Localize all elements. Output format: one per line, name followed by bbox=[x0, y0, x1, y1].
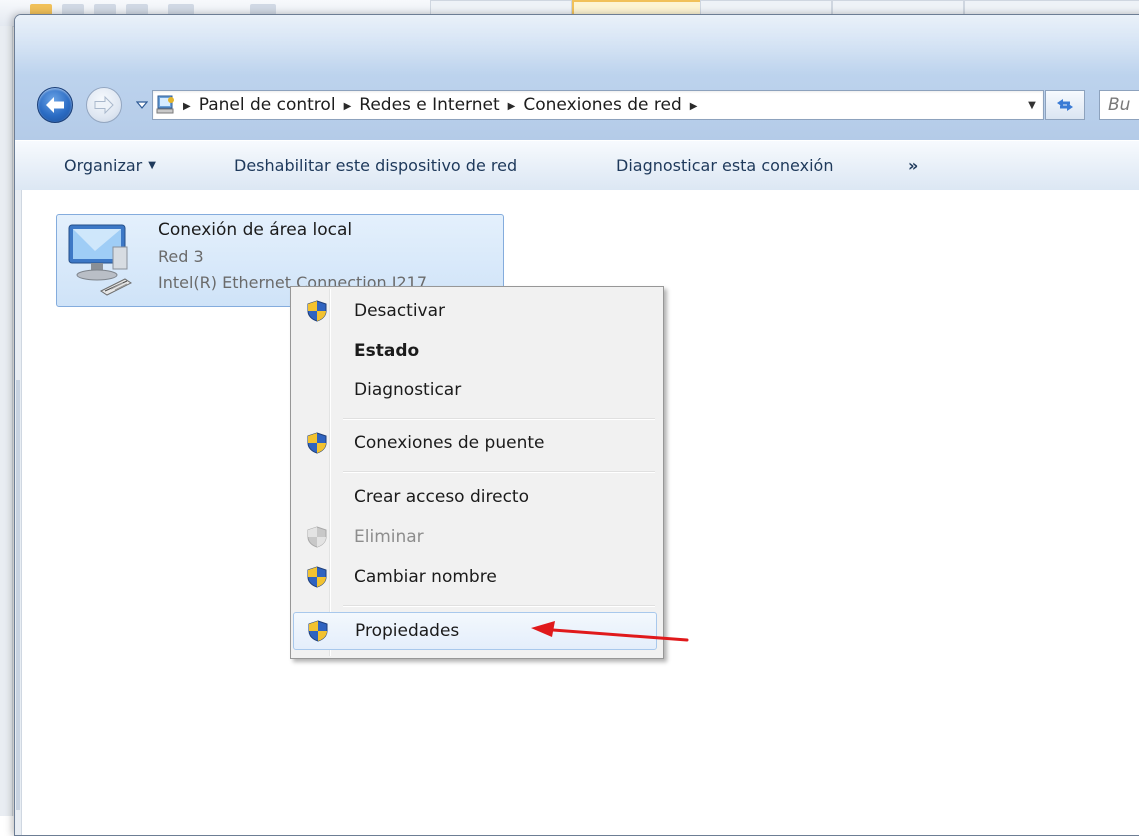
breadcrumb: ▶ Panel de control ▶ Redes e Internet ▶ … bbox=[181, 91, 705, 119]
breadcrumb-separator-icon[interactable]: ▶ bbox=[344, 101, 352, 112]
diagnose-connection-button[interactable]: Diagnosticar esta conexión bbox=[616, 141, 833, 190]
menu-item-crear-acceso-directo[interactable]: Crear acceso directo bbox=[293, 479, 659, 515]
uac-shield-icon bbox=[307, 300, 327, 322]
breadcrumb-control-panel[interactable]: Panel de control bbox=[199, 95, 336, 115]
refresh-icon bbox=[1057, 99, 1073, 111]
connection-name: Conexión de área local bbox=[158, 220, 353, 240]
menu-item-label: Eliminar bbox=[354, 527, 424, 547]
chevron-down-icon: ▼ bbox=[148, 160, 156, 171]
search-input[interactable]: Bu bbox=[1099, 90, 1139, 120]
breadcrumb-separator-icon[interactable]: ▶ bbox=[508, 101, 516, 112]
menu-item-eliminar: Eliminar bbox=[293, 519, 659, 555]
context-menu: Desactivar Estado Diagnosticar Conexione… bbox=[290, 286, 664, 659]
background-ruler bbox=[0, 26, 13, 816]
menu-item-label: Propiedades bbox=[355, 621, 460, 641]
breadcrumb-separator-icon[interactable]: ▶ bbox=[183, 101, 191, 112]
refresh-button[interactable] bbox=[1045, 90, 1085, 120]
uac-shield-icon bbox=[307, 432, 327, 454]
breadcrumb-network-internet[interactable]: Redes e Internet bbox=[359, 95, 499, 115]
recent-pages-icon[interactable] bbox=[136, 99, 148, 111]
diagnose-connection-label: Diagnosticar esta conexión bbox=[616, 156, 834, 175]
navigation-pane-edge bbox=[15, 190, 22, 835]
menu-item-label: Conexiones de puente bbox=[354, 433, 545, 453]
disable-device-button[interactable]: Deshabilitar este dispositivo de red bbox=[234, 141, 517, 190]
network-adapter-icon bbox=[68, 224, 132, 296]
forward-button[interactable] bbox=[86, 87, 122, 123]
control-panel-icon bbox=[156, 95, 174, 114]
address-dropdown-icon[interactable]: ▼ bbox=[1021, 91, 1043, 119]
menu-separator bbox=[343, 605, 655, 607]
menu-item-label: Desactivar bbox=[354, 301, 446, 321]
menu-item-label: Diagnosticar bbox=[354, 380, 462, 400]
uac-shield-icon bbox=[307, 526, 327, 548]
search-placeholder: Bu bbox=[1108, 95, 1131, 115]
menu-item-diagnosticar[interactable]: Diagnosticar bbox=[293, 372, 659, 408]
menu-item-label: Cambiar nombre bbox=[354, 567, 497, 587]
address-bar[interactable]: ▶ Panel de control ▶ Redes e Internet ▶ … bbox=[152, 90, 1044, 120]
menu-item-label: Crear acceso directo bbox=[354, 487, 529, 507]
back-button[interactable] bbox=[37, 87, 73, 123]
menu-item-cambiar-nombre[interactable]: Cambiar nombre bbox=[293, 559, 659, 595]
connection-network: Red 3 bbox=[158, 247, 204, 266]
window-titlebar bbox=[15, 15, 1139, 140]
more-commands-button[interactable]: » bbox=[908, 141, 918, 190]
more-commands-label: » bbox=[908, 156, 919, 175]
menu-item-label: Estado bbox=[354, 341, 420, 361]
uac-shield-icon bbox=[308, 620, 328, 642]
back-arrow-icon bbox=[46, 97, 64, 113]
menu-item-estado[interactable]: Estado bbox=[293, 333, 659, 369]
annotation-arrow-icon bbox=[531, 621, 689, 642]
breadcrumb-separator-icon[interactable]: ▶ bbox=[690, 101, 698, 112]
breadcrumb-network-connections[interactable]: Conexiones de red bbox=[523, 95, 681, 115]
forward-arrow-icon bbox=[94, 95, 114, 115]
menu-item-conexiones-de-puente[interactable]: Conexiones de puente bbox=[293, 425, 659, 461]
command-bar: Organizar ▼ Deshabilitar este dispositiv… bbox=[15, 140, 1139, 191]
menu-separator bbox=[343, 471, 655, 473]
menu-item-desactivar[interactable]: Desactivar bbox=[293, 293, 659, 329]
organize-label: Organizar bbox=[64, 156, 143, 175]
menu-separator bbox=[343, 418, 655, 420]
disable-device-label: Deshabilitar este dispositivo de red bbox=[234, 156, 518, 175]
organize-button[interactable]: Organizar ▼ bbox=[64, 141, 156, 190]
uac-shield-icon bbox=[307, 566, 327, 588]
